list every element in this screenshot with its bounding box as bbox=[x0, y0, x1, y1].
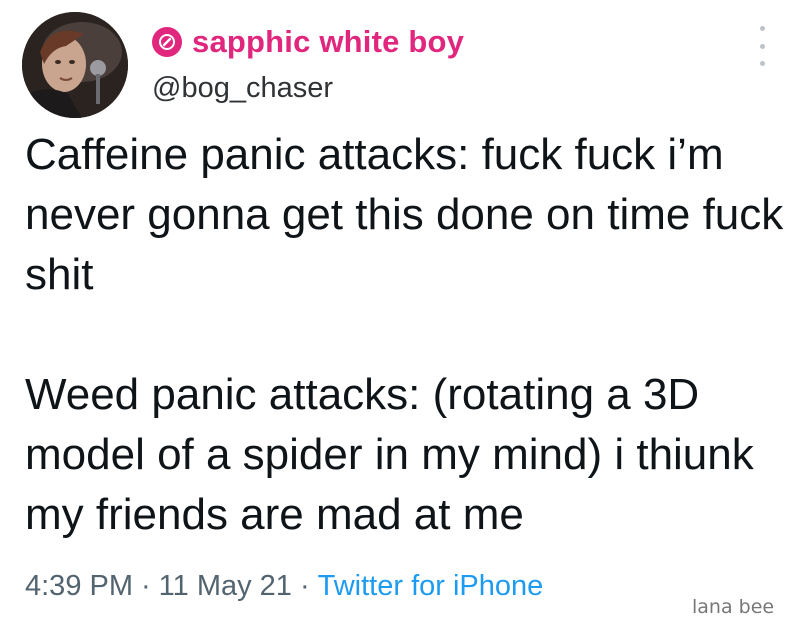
avatar-image bbox=[22, 12, 128, 118]
tweet-paragraph: Caffeine panic attacks: fuck fuck i’m ne… bbox=[25, 130, 784, 299]
tweet-time[interactable]: 4:39 PM bbox=[25, 570, 133, 602]
user-handle[interactable]: @bog_chaser bbox=[152, 72, 333, 105]
meta-separator: · bbox=[299, 570, 310, 602]
tweet-source-link[interactable]: Twitter for iPhone bbox=[318, 570, 544, 602]
more-vertical-icon[interactable] bbox=[752, 26, 772, 66]
pink-circle-badge-icon bbox=[152, 27, 182, 57]
tweet-paragraph: Weed panic attacks: (rotating a 3D model… bbox=[25, 370, 754, 539]
tweet-card: sapphic white boy @bog_chaser Caffeine p… bbox=[0, 0, 800, 627]
avatar[interactable] bbox=[22, 12, 128, 118]
meta-separator: · bbox=[141, 570, 151, 602]
author-name-row[interactable]: sapphic white boy bbox=[152, 24, 464, 60]
tweet-date[interactable]: 11 May 21 bbox=[159, 570, 292, 602]
display-name[interactable]: sapphic white boy bbox=[192, 24, 464, 60]
watermark: lana bee bbox=[692, 596, 775, 618]
tweet-text: Caffeine panic attacks: fuck fuck i’m ne… bbox=[25, 125, 785, 545]
tweet-meta: 4:39 PM · 11 May 21 · Twitter for iPhone bbox=[25, 570, 543, 603]
